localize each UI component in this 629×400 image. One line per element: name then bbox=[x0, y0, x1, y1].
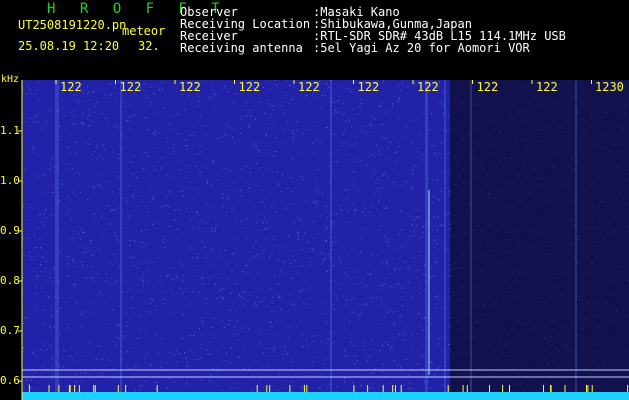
baseline-spike-28 bbox=[466, 385, 468, 392]
x-tick-label: 122 bbox=[298, 80, 320, 94]
baseline-spike-36 bbox=[509, 385, 510, 392]
quiet-region bbox=[450, 80, 629, 400]
x-tick-label: 122 bbox=[357, 80, 380, 94]
baseline-spike-3 bbox=[543, 385, 544, 392]
baseline-spike-25 bbox=[78, 385, 80, 392]
x-tick-label: 1230 bbox=[595, 80, 624, 94]
baseline-spike-35 bbox=[462, 385, 464, 392]
baseline-spike-19 bbox=[591, 385, 593, 392]
y-tick-label: 0.6 bbox=[0, 374, 20, 387]
vertical-streak-1 bbox=[120, 80, 122, 400]
baseline-spike-9 bbox=[367, 385, 369, 392]
y-tick-label: 0.7 bbox=[0, 324, 20, 337]
baseline-spike-37 bbox=[382, 385, 384, 392]
baseline-spike-8 bbox=[489, 385, 490, 392]
baseline-spike-11 bbox=[392, 385, 394, 392]
vertical-streak-2 bbox=[330, 80, 332, 400]
baseline-spike-16 bbox=[266, 385, 268, 392]
x-tick-label: 122 bbox=[119, 80, 142, 94]
baseline-spike-24 bbox=[550, 385, 552, 392]
baseline-spike-0 bbox=[94, 385, 96, 392]
vertical-streak-3 bbox=[425, 80, 428, 400]
vertical-streak-6 bbox=[575, 80, 577, 400]
x-tick-label: 122 bbox=[60, 80, 82, 94]
baseline-spike-27 bbox=[289, 385, 291, 392]
y-tick-label: 0.8 bbox=[0, 274, 20, 287]
x-tick-label: 122 bbox=[476, 80, 499, 94]
x-tick-label: 122 bbox=[238, 80, 261, 94]
x-tick-label: 122 bbox=[179, 80, 201, 94]
vertical-streak-0 bbox=[55, 80, 59, 400]
baseline-spike-23 bbox=[502, 385, 504, 392]
y-tick-label: 1.0 bbox=[0, 174, 20, 187]
vertical-streak-5 bbox=[470, 80, 472, 400]
carrier-trace bbox=[428, 190, 430, 375]
baseline-spike-10 bbox=[587, 385, 589, 392]
baseline-spike-29 bbox=[48, 385, 50, 392]
x-tick-label: 122 bbox=[536, 80, 558, 94]
baseline-spike-7 bbox=[447, 385, 449, 392]
baseline-spike-32 bbox=[564, 385, 566, 392]
y-tick-label: 1.1 bbox=[0, 124, 20, 137]
baseline-spike-39 bbox=[353, 385, 355, 392]
baseline-spike-1 bbox=[74, 385, 76, 392]
waterfall-spectrogram bbox=[18, 80, 629, 400]
baseline-spike-30 bbox=[93, 385, 95, 392]
baseline-spike-15 bbox=[306, 385, 308, 392]
y-axis-unit: kHz bbox=[1, 74, 20, 85]
vertical-streak-4 bbox=[444, 80, 446, 400]
baseline-spike-34 bbox=[627, 385, 629, 392]
baseline-spike-22 bbox=[395, 385, 396, 392]
x-tick-label: 122 bbox=[417, 80, 439, 94]
baseline-spike-17 bbox=[117, 385, 119, 392]
baseline-spike-4 bbox=[586, 385, 587, 392]
baseline-spike-21 bbox=[156, 385, 158, 392]
baseline-spike-31 bbox=[125, 385, 127, 392]
baseline-spike-18 bbox=[400, 385, 402, 392]
baseline-spike-38 bbox=[256, 385, 258, 392]
baseline-band bbox=[22, 392, 629, 400]
baseline-spike-33 bbox=[303, 385, 305, 392]
y-tick-label: 0.9 bbox=[0, 224, 20, 237]
baseline-spike-6 bbox=[58, 385, 60, 392]
baseline-spike-20 bbox=[28, 385, 30, 392]
baseline-spike-14 bbox=[269, 385, 271, 392]
baseline-spike-26 bbox=[68, 385, 70, 392]
